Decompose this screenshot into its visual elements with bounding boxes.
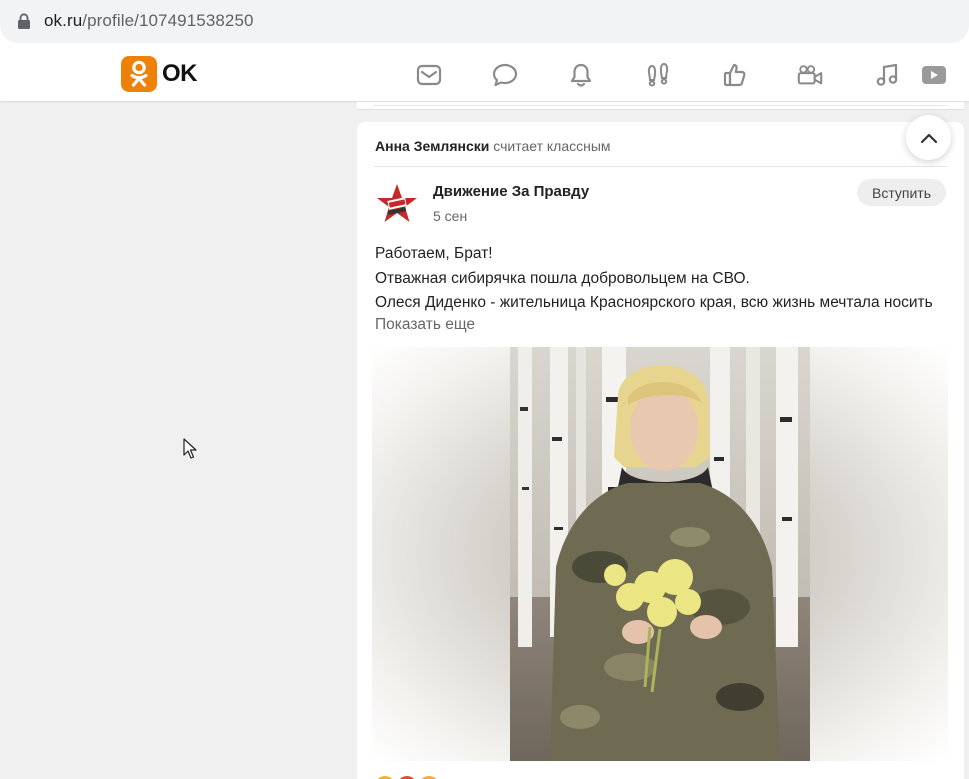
chevron-up-icon (920, 133, 937, 143)
show-more-link[interactable]: Показать еще (375, 316, 475, 334)
address-bar[interactable]: ok.ru/profile/107491538250 (0, 0, 969, 43)
chat-icon[interactable] (491, 61, 519, 89)
feed-card: Анна Землянски считает классным Движение… (357, 122, 964, 779)
video-play-icon[interactable] (920, 61, 948, 89)
guests-icon[interactable] (644, 61, 672, 89)
mouse-cursor-icon (183, 438, 197, 459)
music-icon[interactable] (873, 61, 901, 89)
join-button[interactable]: Вступить (857, 179, 946, 206)
post-line: Олеся Диденко - жительница Красноярского… (375, 294, 933, 311)
reactions-summary[interactable] (375, 774, 445, 779)
bell-icon[interactable] (567, 61, 595, 89)
scroll-to-top-button[interactable] (906, 115, 951, 160)
lock-icon (18, 13, 30, 29)
post-line: Отважная сибирячка пошла добровольцем на… (375, 269, 750, 287)
post-photo[interactable] (510, 347, 810, 761)
url-text[interactable]: ok.ru/profile/107491538250 (44, 11, 254, 31)
activity-line: Анна Землянски считает классным (375, 138, 611, 154)
group-avatar[interactable] (375, 182, 419, 226)
post-line: Работаем, Брат! (375, 245, 493, 262)
ok-wordmark[interactable]: OK (162, 60, 198, 88)
left-pane (0, 103, 357, 779)
ok-logo[interactable] (121, 56, 157, 92)
site-header: OK (0, 48, 969, 102)
post-date[interactable]: 5 сен (433, 208, 467, 224)
ok-logo-icon (130, 60, 148, 87)
url-host: ok.ru (44, 11, 83, 30)
post-text: Работаем, Брат! Отважная сибирячка пошла… (375, 242, 933, 316)
url-path: /profile/107491538250 (82, 11, 254, 30)
browser-chrome: ok.ru/profile/107491538250 (0, 0, 969, 48)
video-camera-icon[interactable] (796, 61, 824, 89)
group-name[interactable]: Движение За Правду (433, 183, 589, 200)
activity-text: считает классным (493, 138, 611, 154)
like-icon[interactable] (721, 61, 749, 89)
activity-author[interactable]: Анна Землянски (375, 138, 489, 154)
card-divider (374, 166, 947, 167)
post-media[interactable] (372, 347, 948, 761)
previous-feed-card (357, 102, 964, 110)
mail-icon[interactable] (415, 61, 443, 89)
